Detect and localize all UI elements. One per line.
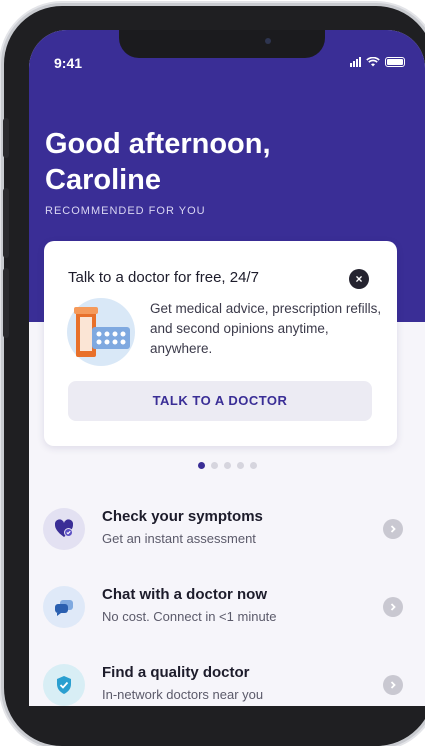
volume-up-button [3,188,9,258]
chevron-right-icon[interactable] [383,519,403,539]
front-camera [265,38,271,44]
carousel-pager [29,462,425,469]
pager-dot[interactable] [223,462,231,469]
greeting-heading: Good afternoon, Caroline [45,126,385,198]
battery-icon [385,57,405,67]
pager-dot-active[interactable] [197,462,205,469]
menu-item-title: Chat with a doctor now [102,586,267,603]
chevron-right-icon[interactable] [383,597,403,617]
talk-to-doctor-button[interactable]: TALK TO A DOCTOR [68,381,372,421]
promo-title: Talk to a doctor for free, 24/7 [68,269,259,286]
promo-card[interactable]: Talk to a doctor for free, 24/7 × Get me… [44,241,397,446]
menu-item-find-doctor[interactable]: Find a quality doctor In-network doctors… [29,652,425,706]
pager-dot[interactable] [210,462,218,469]
mute-switch [3,118,9,158]
pager-dot[interactable] [236,462,244,469]
prescription-illustration-icon [67,298,135,366]
menu-item-chat-doctor[interactable]: Chat with a doctor now No cost. Connect … [29,574,425,652]
menu-item-check-symptoms[interactable]: Check your symptoms Get an instant asses… [29,496,425,574]
greeting-line-1: Good afternoon, [45,128,271,160]
action-list: Check your symptoms Get an instant asses… [29,496,425,706]
status-icons [350,57,405,67]
volume-down-button [3,268,9,338]
close-icon[interactable]: × [349,269,369,289]
menu-item-title: Find a quality doctor [102,664,250,681]
menu-item-subtitle: No cost. Connect in <1 minute [102,609,277,624]
pager-dot[interactable] [249,462,257,469]
menu-item-subtitle: Get an instant assessment [102,531,256,546]
status-time: 9:41 [54,55,83,71]
greeting-name: Caroline [45,164,162,196]
promo-description: Get medical advice, prescription refills… [150,301,382,356]
chat-bubbles-icon [43,586,85,628]
cellular-signal-icon [350,57,361,67]
wifi-icon [366,57,380,67]
shield-check-icon [43,664,85,706]
menu-item-title: Check your symptoms [102,508,263,525]
menu-item-subtitle: In-network doctors near you [102,687,264,702]
app-screen: 9:41 Good afternoon, Caroline RECOMMENDE… [29,30,425,706]
chevron-right-icon[interactable] [383,675,403,695]
heart-check-icon [43,508,85,550]
section-label: RECOMMENDED FOR YOU [45,205,206,217]
notch [119,30,325,58]
